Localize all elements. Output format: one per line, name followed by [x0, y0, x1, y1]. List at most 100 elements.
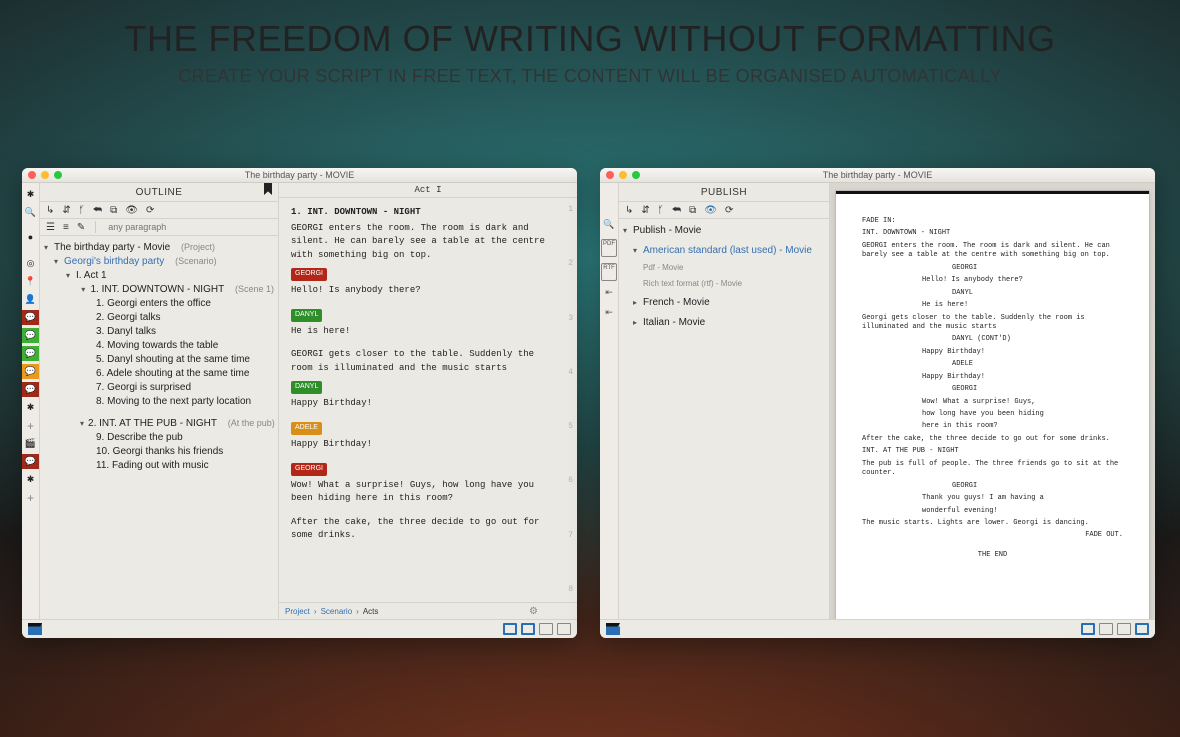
tree-scenario: Georgi's birthday party: [64, 256, 164, 267]
hero-title: THE FREEDOM OF WRITING WITHOUT FORMATTIN…: [0, 18, 1180, 60]
sliders-icon[interactable]: ⚙: [529, 606, 538, 617]
clapper-icon[interactable]: 🎬: [23, 436, 38, 451]
script-preview[interactable]: FADE IN: INT. DOWNTOWN - NIGHT GEORGI en…: [830, 183, 1155, 619]
char-tag-danyl: DANYL: [291, 309, 322, 322]
tree-root: The birthday party - Movie: [54, 242, 170, 253]
tree-item: 7. Georgi is surprised: [42, 380, 274, 394]
publish-header: PUBLISH: [619, 183, 829, 202]
clapper-icon[interactable]: [606, 623, 620, 635]
pane-toggles[interactable]: [1081, 623, 1149, 635]
pdf-export-icon[interactable]: PDF: [601, 239, 617, 257]
tree-item: 1. Georgi enters the office: [42, 296, 274, 310]
add-2[interactable]: +: [27, 490, 34, 505]
bookmark-icon[interactable]: [264, 183, 272, 195]
eye-icon[interactable]: 👁: [704, 205, 717, 216]
outline-toolbar: ↳ ⇵ ᚶ ⮪ ⧉ 👁 ⟳: [40, 202, 278, 219]
char-chip-4[interactable]: 💬: [22, 364, 39, 379]
publish-tree[interactable]: ▾Publish - Movie ▾American standard (las…: [619, 219, 829, 619]
tree-item: 10. Georgi thanks his friends: [42, 444, 274, 458]
char-tag-adele: ADELE: [291, 422, 322, 435]
window-footer: [22, 619, 577, 638]
share-icon[interactable]: ⮪: [93, 205, 102, 216]
char-tag-georgi2: GEORGI: [291, 463, 327, 476]
tree-collapse-icon[interactable]: ↳: [46, 205, 54, 216]
editor-body[interactable]: 1. INT. DOWNTOWN - NIGHT GEORGI enters t…: [279, 198, 577, 602]
outline-panel: OUTLINE ↳ ⇵ ᚶ ⮪ ⧉ 👁 ⟳ ☰ ≡ ✎ ▾The birthda…: [40, 183, 279, 619]
char-tag-danyl2: DANYL: [291, 381, 322, 394]
preview-page: FADE IN: INT. DOWNTOWN - NIGHT GEORGI en…: [836, 191, 1149, 619]
window-title: The birthday party - MOVIE: [22, 170, 577, 180]
tree-act1: I. Act 1: [76, 270, 107, 281]
export2-icon[interactable]: ⇤: [605, 307, 613, 321]
user-icon[interactable]: 👤: [23, 292, 38, 307]
tree-expand-icon[interactable]: ⇵: [641, 205, 649, 216]
editor-breadcrumb[interactable]: ⚙ Project› Scenario› Acts: [279, 602, 577, 619]
left-icon-bar-b: 🔍 PDF RTF ⇤ ⇤: [600, 183, 619, 619]
branch-icon[interactable]: ᚶ: [658, 205, 664, 216]
run2-icon[interactable]: ✱: [23, 400, 38, 415]
script-icon[interactable]: ✎: [77, 222, 85, 233]
tree-scene2: 2. INT. AT THE PUB - NIGHT: [88, 418, 217, 429]
window-publish: The birthday party - MOVIE 🔍 PDF RTF ⇤ ⇤…: [600, 168, 1155, 638]
export-icon[interactable]: ⇤: [605, 287, 613, 301]
search2-icon[interactable]: 🔍: [603, 219, 614, 233]
refresh-icon[interactable]: ⟳: [146, 205, 154, 216]
tree-item: 6. Adele shouting at the same time: [42, 366, 274, 380]
search-input[interactable]: [106, 221, 210, 233]
tree-item: 3. Danyl talks: [42, 324, 274, 338]
publish-toolbar: ↳ ⇵ ᚶ ⮪ ⧉ 👁 ⟳: [619, 202, 829, 219]
copy-icon[interactable]: ⧉: [689, 205, 696, 216]
add-1[interactable]: +: [27, 418, 34, 433]
tree-item: 11. Fading out with music: [42, 458, 274, 472]
share-icon[interactable]: ⮪: [672, 205, 681, 216]
outline-filter-bar: ☰ ≡ ✎: [40, 219, 278, 236]
tree-item: 9. Describe the pub: [42, 430, 274, 444]
pin-icon[interactable]: 📍: [23, 274, 38, 289]
pub-rtf: Rich text format (rtf) - Movie: [643, 279, 742, 288]
lines-icon[interactable]: ≡: [63, 222, 69, 233]
window-title: The birthday party - MOVIE: [600, 170, 1155, 180]
list-icon[interactable]: ☰: [46, 222, 55, 233]
script-editor[interactable]: Act I 1. INT. DOWNTOWN - NIGHT GEORGI en…: [279, 183, 577, 619]
left-icon-bar: ✱ 🔍 ● ◎ 📍 👤 💬 💬 💬 💬 💬 ✱ + 🎬 💬 ✱ +: [22, 183, 40, 619]
char-chip-1[interactable]: 💬: [22, 310, 39, 325]
clapper-icon[interactable]: [28, 623, 42, 635]
pub-pdf: Pdf - Movie: [643, 263, 683, 272]
pub-standard: American standard (last used) - Movie: [643, 245, 812, 256]
pub-french: French - Movie: [643, 297, 710, 308]
hero-subtitle: CREATE YOUR SCRIPT IN FREE TEXT, THE CON…: [0, 66, 1180, 87]
char-chip-6[interactable]: 💬: [22, 454, 39, 469]
publish-panel: PUBLISH ↳ ⇵ ᚶ ⮪ ⧉ 👁 ⟳ ▾Publish - Movie ▾…: [619, 183, 830, 619]
eye-icon[interactable]: 👁: [125, 205, 138, 216]
dot-icon[interactable]: ●: [23, 229, 38, 244]
rtf-export-icon[interactable]: RTF: [601, 263, 617, 281]
tree-item: 5. Danyl shouting at the same time: [42, 352, 274, 366]
tree-collapse-icon[interactable]: ↳: [625, 205, 633, 216]
tree-expand-icon[interactable]: ⇵: [62, 205, 70, 216]
search-icon[interactable]: 🔍: [23, 205, 38, 220]
char-chip-2[interactable]: 💬: [22, 328, 39, 343]
tree-item: 2. Georgi talks: [42, 310, 274, 324]
editor-heading: Act I: [279, 183, 577, 198]
char-chip-3[interactable]: 💬: [22, 346, 39, 361]
tree-item: 4. Moving towards the table: [42, 338, 274, 352]
char-tag-georgi: GEORGI: [291, 268, 327, 281]
tree-scene1: 1. INT. DOWNTOWN - NIGHT: [90, 284, 224, 295]
target-icon[interactable]: ◎: [23, 256, 38, 271]
run3-icon[interactable]: ✱: [23, 472, 38, 487]
pub-italian: Italian - Movie: [643, 317, 705, 328]
pub-root: Publish - Movie: [633, 225, 701, 236]
titlebar[interactable]: The birthday party - MOVIE: [22, 168, 577, 183]
window-footer: [600, 619, 1155, 638]
tree-item: 8. Moving to the next party location: [42, 394, 274, 408]
run-icon[interactable]: ✱: [23, 187, 38, 202]
copy-icon[interactable]: ⧉: [110, 205, 117, 216]
branch-icon[interactable]: ᚶ: [79, 205, 85, 216]
outline-tree[interactable]: ▾The birthday party - Movie (Project) ▾G…: [40, 236, 278, 619]
refresh-icon[interactable]: ⟳: [725, 205, 733, 216]
pane-toggles[interactable]: [503, 623, 571, 635]
titlebar[interactable]: The birthday party - MOVIE: [600, 168, 1155, 183]
char-chip-5[interactable]: 💬: [22, 382, 39, 397]
outline-header: OUTLINE: [40, 183, 278, 202]
window-outline: The birthday party - MOVIE ✱ 🔍 ● ◎ 📍 👤 💬…: [22, 168, 577, 638]
